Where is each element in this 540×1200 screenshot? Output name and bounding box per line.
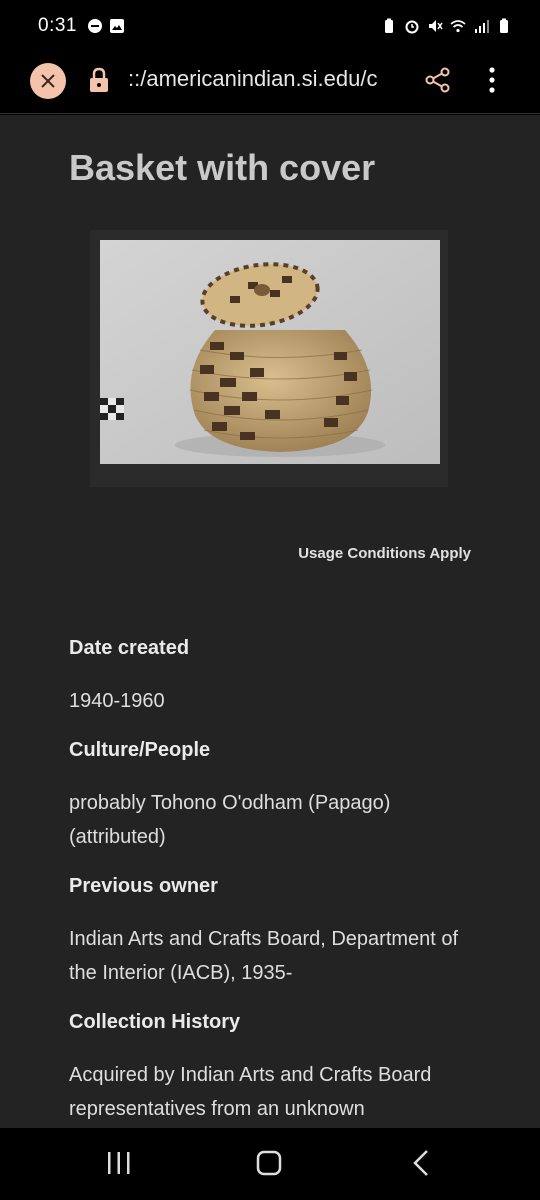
- browser-toolbar: ::/americanindian.si.edu/c: [0, 52, 540, 114]
- status-time: 0:31: [38, 15, 77, 36]
- date-created-value: 1940-1960: [69, 690, 165, 712]
- more-options-icon[interactable]: [482, 66, 502, 94]
- collection-history-value: Acquired by Indian Arts and Crafts Board…: [69, 1064, 432, 1120]
- recent-apps-icon[interactable]: [106, 1150, 132, 1176]
- usage-conditions-link[interactable]: Usage Conditions Apply: [298, 545, 471, 562]
- mute-icon: [429, 20, 443, 32]
- culture-people-value: probably Tohono O'odham (Papago) (attrib…: [69, 792, 391, 848]
- system-nav-bar: [0, 1128, 540, 1200]
- url-bar[interactable]: ::/americanindian.si.edu/c: [128, 66, 403, 98]
- wifi-icon: [450, 20, 466, 33]
- object-image-frame[interactable]: [90, 230, 448, 487]
- back-icon[interactable]: [410, 1148, 432, 1178]
- close-icon: [41, 74, 55, 88]
- previous-owner-label: Previous owner: [69, 875, 218, 897]
- date-created-label: Date created: [69, 637, 190, 659]
- alarm-icon: [405, 20, 419, 34]
- lock-icon[interactable]: [88, 66, 110, 94]
- battery-saver-icon: [385, 18, 393, 33]
- do-not-disturb-icon: [87, 19, 102, 33]
- close-tab-button[interactable]: [30, 63, 66, 99]
- share-icon[interactable]: [424, 66, 452, 94]
- status-bar: 0:31: [0, 0, 540, 52]
- battery-icon: [500, 18, 508, 33]
- basket-photo[interactable]: [100, 240, 440, 464]
- home-icon[interactable]: [256, 1150, 282, 1176]
- collection-history-label: Collection History: [69, 1011, 241, 1033]
- signal-icon: [475, 20, 489, 33]
- previous-owner-value: Indian Arts and Crafts Board, Department…: [69, 928, 459, 984]
- page-content: Basket with cover Usage Conditions Apply…: [0, 115, 540, 1128]
- basket-illustration: [100, 240, 440, 464]
- page-title: Basket with cover: [69, 147, 376, 188]
- culture-people-label: Culture/People: [69, 739, 211, 761]
- gallery-icon: [109, 19, 124, 33]
